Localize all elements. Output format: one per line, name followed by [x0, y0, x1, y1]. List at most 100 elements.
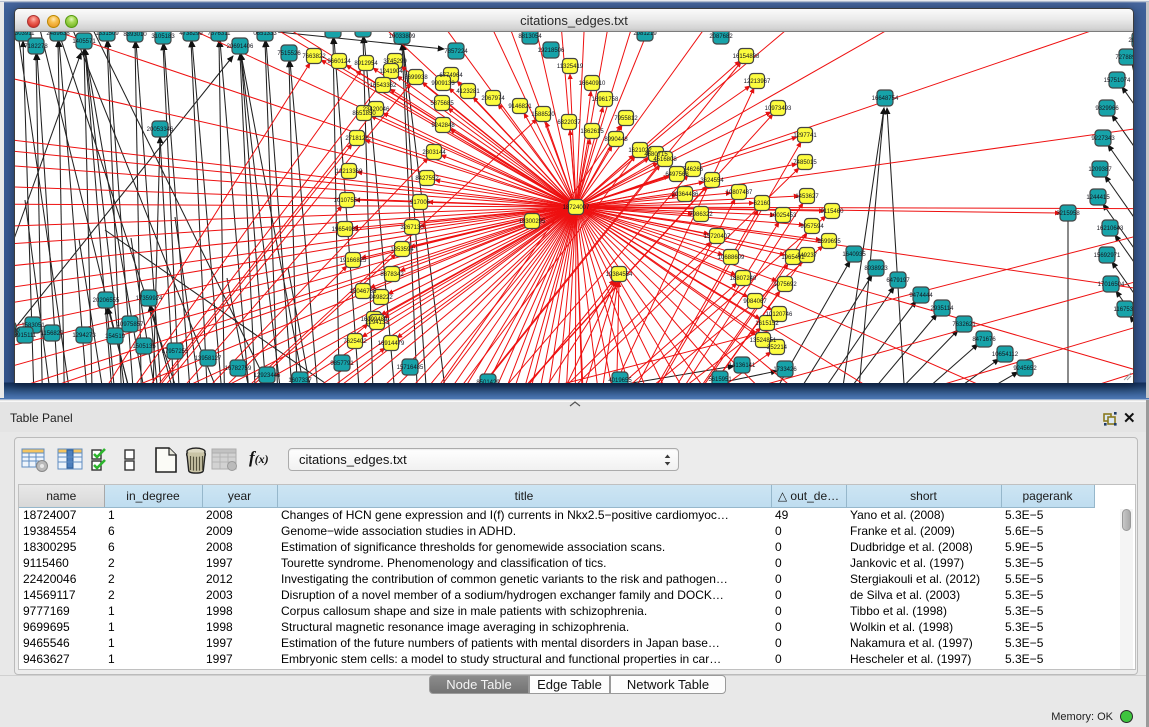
svg-text:2489638: 2489638: [46, 32, 70, 37]
svg-text:17016504: 17016504: [1098, 282, 1125, 288]
svg-text:10107554: 10107554: [334, 198, 361, 204]
svg-text:8427552: 8427552: [415, 176, 439, 182]
svg-text:18724007: 18724007: [563, 205, 590, 211]
svg-text:917006: 917006: [410, 200, 431, 206]
svg-text:7515526: 7515526: [277, 51, 301, 57]
svg-text:19654983: 19654983: [332, 227, 359, 233]
svg-text:18300295: 18300295: [519, 219, 546, 225]
svg-text:3105183: 3105183: [151, 34, 175, 40]
svg-text:12923446: 12923446: [254, 373, 281, 379]
svg-text:1505135: 1505135: [132, 344, 156, 350]
svg-text:16782759: 16782759: [225, 366, 252, 372]
svg-text:10807487: 10807487: [726, 190, 753, 196]
svg-text:2803144: 2803144: [422, 150, 446, 156]
svg-text:3745299: 3745299: [383, 59, 407, 65]
svg-text:10973493: 10973493: [765, 106, 792, 112]
svg-text:9498222: 9498222: [369, 295, 393, 301]
svg-text:9699695: 9699695: [817, 239, 841, 245]
svg-text:9242848: 9242848: [431, 123, 455, 129]
svg-text:1156829: 1156829: [41, 331, 65, 337]
svg-text:8990448: 8990448: [604, 137, 628, 143]
svg-text:1405571: 1405571: [72, 39, 96, 45]
svg-text:7485015: 7485015: [793, 160, 817, 166]
svg-text:9115460: 9115460: [821, 209, 845, 215]
svg-text:18807249: 18807249: [730, 276, 757, 282]
svg-text:16210643: 16210643: [1097, 226, 1124, 232]
svg-text:252214: 252214: [767, 345, 788, 351]
svg-text:3178108: 3178108: [321, 32, 345, 34]
svg-text:1209387: 1209387: [1088, 167, 1112, 173]
svg-text:10654112: 10654112: [992, 352, 1019, 358]
svg-text:1244415: 1244415: [1086, 195, 1110, 201]
svg-text:14136141: 14136141: [729, 363, 756, 369]
svg-text:19218506: 19218506: [538, 48, 565, 54]
svg-text:62160: 62160: [754, 201, 771, 207]
svg-text:3624554: 3624554: [700, 178, 724, 184]
svg-text:11325419: 11325419: [557, 64, 584, 70]
svg-text:10025453: 10025453: [770, 213, 797, 219]
svg-text:16640910: 16640910: [579, 81, 606, 87]
svg-text:3215958: 3215958: [1056, 211, 1080, 217]
svg-text:1607337: 1607337: [288, 378, 312, 383]
svg-text:1453627: 1453627: [795, 194, 819, 200]
svg-text:7632621: 7632621: [952, 322, 976, 328]
svg-text:1362615: 1362615: [580, 129, 604, 135]
svg-text:16543362: 16543362: [370, 83, 397, 89]
svg-text:13524851: 13524851: [750, 338, 777, 344]
svg-text:16961758: 16961758: [592, 97, 619, 103]
svg-text:4516808: 4516808: [653, 157, 677, 163]
svg-text:20691406: 20691406: [227, 44, 254, 50]
svg-text:8699938: 8699938: [404, 75, 428, 81]
svg-text:7955812: 7955812: [614, 116, 638, 122]
svg-text:5875685: 5875685: [430, 101, 454, 107]
svg-text:10688609: 10688609: [718, 255, 745, 261]
svg-text:7986322: 7986322: [689, 212, 713, 218]
svg-text:8813054: 8813054: [518, 34, 542, 40]
svg-text:16914479: 16914479: [378, 341, 405, 347]
svg-text:7278895: 7278895: [1115, 55, 1133, 61]
svg-text:1241904: 1241904: [379, 69, 403, 75]
svg-text:15751074: 15751074: [1104, 78, 1131, 84]
svg-text:10033809: 10033809: [389, 34, 416, 40]
svg-text:3267130: 3267130: [400, 225, 424, 231]
svg-text:6774964: 6774964: [439, 73, 463, 79]
svg-text:8651850: 8651850: [352, 111, 376, 117]
svg-text:12213967: 12213967: [744, 79, 771, 85]
svg-text:8393010: 8393010: [123, 32, 147, 38]
svg-text:19384554: 19384554: [606, 272, 633, 278]
svg-text:1331509: 1331509: [95, 32, 119, 37]
svg-text:8878342: 8878342: [380, 272, 404, 278]
svg-text:7182278: 7182278: [24, 44, 48, 50]
svg-text:9084067: 9084067: [743, 299, 767, 305]
svg-text:4303911: 4303911: [15, 32, 35, 37]
svg-text:2718126: 2718126: [345, 136, 369, 142]
svg-text:1167533: 1167533: [1114, 307, 1133, 313]
svg-text:10120746: 10120746: [766, 312, 793, 318]
svg-text:9474444: 9474444: [909, 293, 933, 299]
svg-text:1733426: 1733426: [773, 367, 797, 373]
svg-text:0651333: 0651333: [253, 32, 277, 37]
svg-text:154519: 154519: [105, 334, 126, 340]
svg-text:15720407: 15720407: [704, 234, 731, 240]
svg-text:2294131: 2294131: [365, 320, 389, 326]
svg-text:7376311: 7376311: [208, 32, 232, 37]
svg-text:6322037: 6322037: [557, 120, 581, 126]
svg-text:8912954: 8912954: [354, 61, 378, 67]
svg-text:20053346: 20053346: [147, 127, 174, 133]
svg-text:17957255: 17957255: [162, 349, 189, 355]
svg-text:8938923: 8938923: [864, 266, 888, 272]
svg-text:6479197: 6479197: [886, 278, 910, 284]
svg-text:2081219: 2081219: [633, 32, 657, 37]
svg-text:7625402: 7625402: [343, 339, 367, 345]
svg-text:17359924: 17359924: [136, 296, 163, 302]
svg-text:4738299: 4738299: [179, 32, 203, 37]
svg-text:4019655: 4019655: [608, 378, 632, 383]
svg-text:5615951: 5615951: [708, 377, 732, 383]
svg-text:2067974: 2067974: [481, 96, 505, 102]
svg-text:9957594: 9957594: [800, 224, 824, 230]
svg-text:12213369: 12213369: [336, 169, 363, 175]
svg-text:9329966: 9329966: [1095, 106, 1119, 112]
svg-text:8501429: 8501429: [476, 380, 500, 383]
svg-text:1640935: 1640935: [842, 252, 866, 258]
svg-text:20206555: 20206555: [93, 298, 120, 304]
